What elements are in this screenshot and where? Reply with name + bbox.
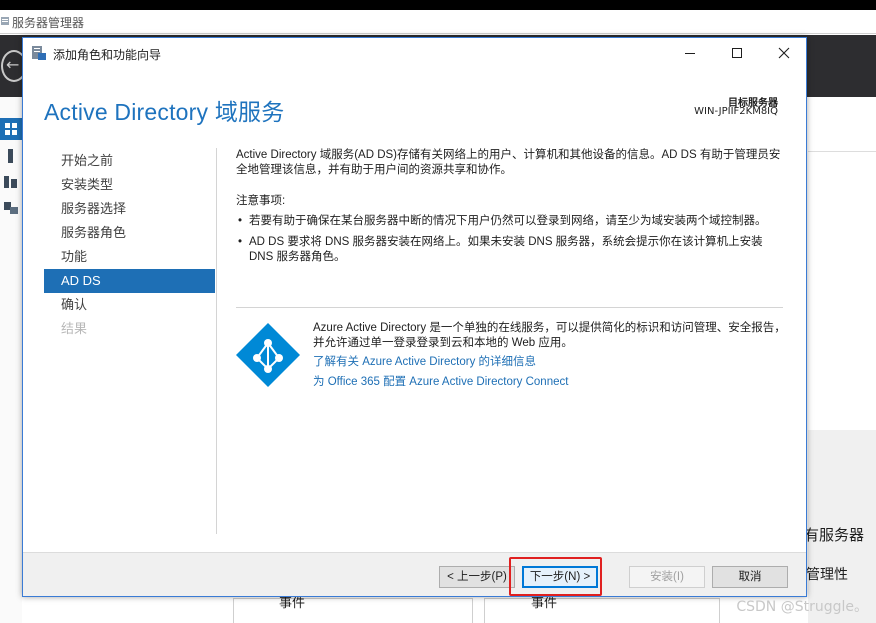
intro-text: Active Directory 域服务(AD DS)存储有关网络上的用户、计算… xyxy=(236,149,781,176)
nav-item-features[interactable]: 功能 xyxy=(44,245,215,269)
nav-item-server-selection[interactable]: 服务器选择 xyxy=(44,197,215,221)
azure-ad-connect-link[interactable]: 为 Office 365 配置 Azure Active Directory C… xyxy=(313,375,788,390)
azure-ad-logo-icon xyxy=(236,323,300,387)
note-text-1: 若要有助于确保在某台服务器中断的情况下用户仍然可以登录到网络，请至少为域安装两个… xyxy=(249,215,767,227)
manageability-label: 管理性 xyxy=(806,567,848,583)
maximize-button[interactable] xyxy=(714,38,760,68)
nav-item-ad-ds[interactable]: AD DS xyxy=(44,269,215,293)
wizard-app-icon xyxy=(32,46,46,60)
bullet-icon: • xyxy=(238,215,243,227)
note-text-2: AD DS 要求将 DNS 服务器安装在网络上。如果未安装 DNS 服务器，系统… xyxy=(249,236,763,263)
previous-button[interactable]: < 上一步(P) xyxy=(439,566,515,588)
azure-ad-description: Azure Active Directory 是一个单独的在线服务，可以提供简化… xyxy=(313,322,786,349)
events-tile-1 xyxy=(233,598,473,623)
dashboard-icon[interactable] xyxy=(3,121,19,137)
close-icon xyxy=(778,47,790,59)
file-services-icon[interactable] xyxy=(3,199,19,215)
next-button-highlight xyxy=(509,557,602,596)
dialog-footer: < 上一步(P) 下一步(N) > 安装(I) 取消 xyxy=(23,552,806,596)
install-button: 安装(I) xyxy=(629,566,705,588)
maximize-icon xyxy=(732,48,742,58)
right-panel-strip xyxy=(808,97,876,152)
target-server-value: WIN-JPIIF2KM8IQ xyxy=(694,106,778,117)
dialog-title: 添加角色和功能向导 xyxy=(53,48,162,62)
note-bullet-1: • 若要有助于确保在某台服务器中断的情况下用户仍然可以登录到网络，请至少为域安装… xyxy=(236,214,788,229)
local-server-icon[interactable] xyxy=(3,148,19,164)
server-manager-app-icon xyxy=(1,17,9,25)
server-manager-title: 服务器管理器 xyxy=(12,16,85,30)
azure-ad-learn-more-link[interactable]: 了解有关 Azure Active Directory 的详细信息 xyxy=(313,355,788,370)
watermark: CSDN @Struggle。 xyxy=(736,599,868,615)
close-button[interactable] xyxy=(761,38,807,68)
server-manager-titlebar xyxy=(0,10,876,34)
nav-divider xyxy=(216,148,217,534)
minimize-button[interactable] xyxy=(667,38,713,68)
page-title: Active Directory 域服务 xyxy=(44,99,285,125)
nav-item-confirmation[interactable]: 确认 xyxy=(44,293,215,317)
servers-tile-title: 有服务器 xyxy=(804,526,865,544)
dialog-titlebar[interactable]: 添加角色和功能向导 xyxy=(23,38,806,68)
nav-item-before-you-begin[interactable]: 开始之前 xyxy=(44,149,215,173)
minimize-icon xyxy=(685,53,695,54)
cancel-button[interactable]: 取消 xyxy=(712,566,788,588)
screen-top-edge xyxy=(0,0,876,10)
content-separator xyxy=(236,307,783,308)
events-tile-2 xyxy=(484,598,720,623)
all-servers-icon[interactable] xyxy=(3,173,19,189)
add-roles-wizard-dialog: 添加角色和功能向导 Active Directory 域服务 目标服务器 WIN… xyxy=(22,37,807,597)
nav-item-installation-type[interactable]: 安装类型 xyxy=(44,173,215,197)
nav-item-results: 结果 xyxy=(61,321,88,336)
nav-item-server-roles[interactable]: 服务器角色 xyxy=(44,221,215,245)
content-area: Active Directory 域服务(AD DS)存储有关网络上的用户、计算… xyxy=(236,148,788,271)
note-bullet-2: • AD DS 要求将 DNS 服务器安装在网络上。如果未安装 DNS 服务器，… xyxy=(236,235,788,265)
azure-ad-section: Azure Active Directory 是一个单独的在线服务，可以提供简化… xyxy=(313,321,788,390)
wizard-nav: 开始之前 安装类型 服务器选择 服务器角色 功能 AD DS 确认 结果 xyxy=(44,149,215,341)
bullet-icon: • xyxy=(238,236,243,248)
notes-heading: 注意事项: xyxy=(236,195,286,207)
